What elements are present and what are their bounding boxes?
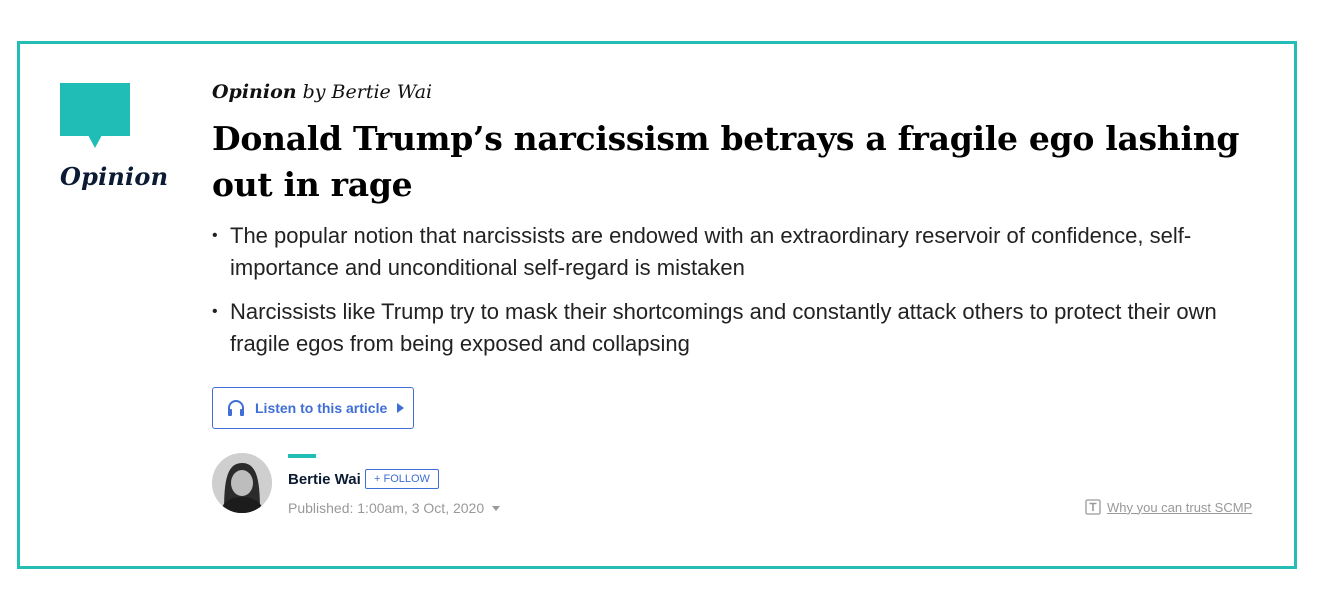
play-icon <box>397 403 405 413</box>
author-accent-bar <box>288 454 316 458</box>
published-text: Published: 1:00am, 3 Oct, 2020 <box>288 500 485 516</box>
trust-link[interactable]: Why you can trust SCMP <box>1085 499 1252 515</box>
summary-list: The popular notion that narcissists are … <box>212 220 1272 360</box>
headline: Donald Trump’s narcissism betrays a frag… <box>212 119 1240 204</box>
summary-item: Narcissists like Trump try to mask their… <box>212 296 1272 360</box>
published-date[interactable]: Published: 1:00am, 3 Oct, 2020 <box>288 500 501 516</box>
opinion-badge-icon <box>60 83 130 153</box>
article-header: Opinion by Bertie Wai Donald Trump’s nar… <box>212 78 1272 372</box>
opinion-badge-label: Opinion <box>60 162 169 191</box>
follow-button[interactable]: + FOLLOW <box>365 469 439 489</box>
kicker: Opinion by Bertie Wai <box>212 78 1272 106</box>
summary-item: The popular notion that narcissists are … <box>212 220 1272 284</box>
trust-label: Why you can trust SCMP <box>1107 499 1253 515</box>
chevron-down-icon <box>492 505 501 511</box>
listen-button[interactable]: Listen to this article <box>212 387 414 429</box>
kicker-byline: by Bertie Wai <box>302 81 433 103</box>
headphones-icon <box>227 399 245 417</box>
article-card: Opinion Opinion by Bertie Wai Donald Tru… <box>17 41 1297 569</box>
trust-icon <box>1085 499 1101 515</box>
author-name[interactable]: Bertie Wai <box>288 471 361 488</box>
kicker-section[interactable]: Opinion <box>212 81 297 103</box>
author-avatar[interactable] <box>212 453 272 513</box>
listen-label: Listen to this article <box>255 400 388 416</box>
